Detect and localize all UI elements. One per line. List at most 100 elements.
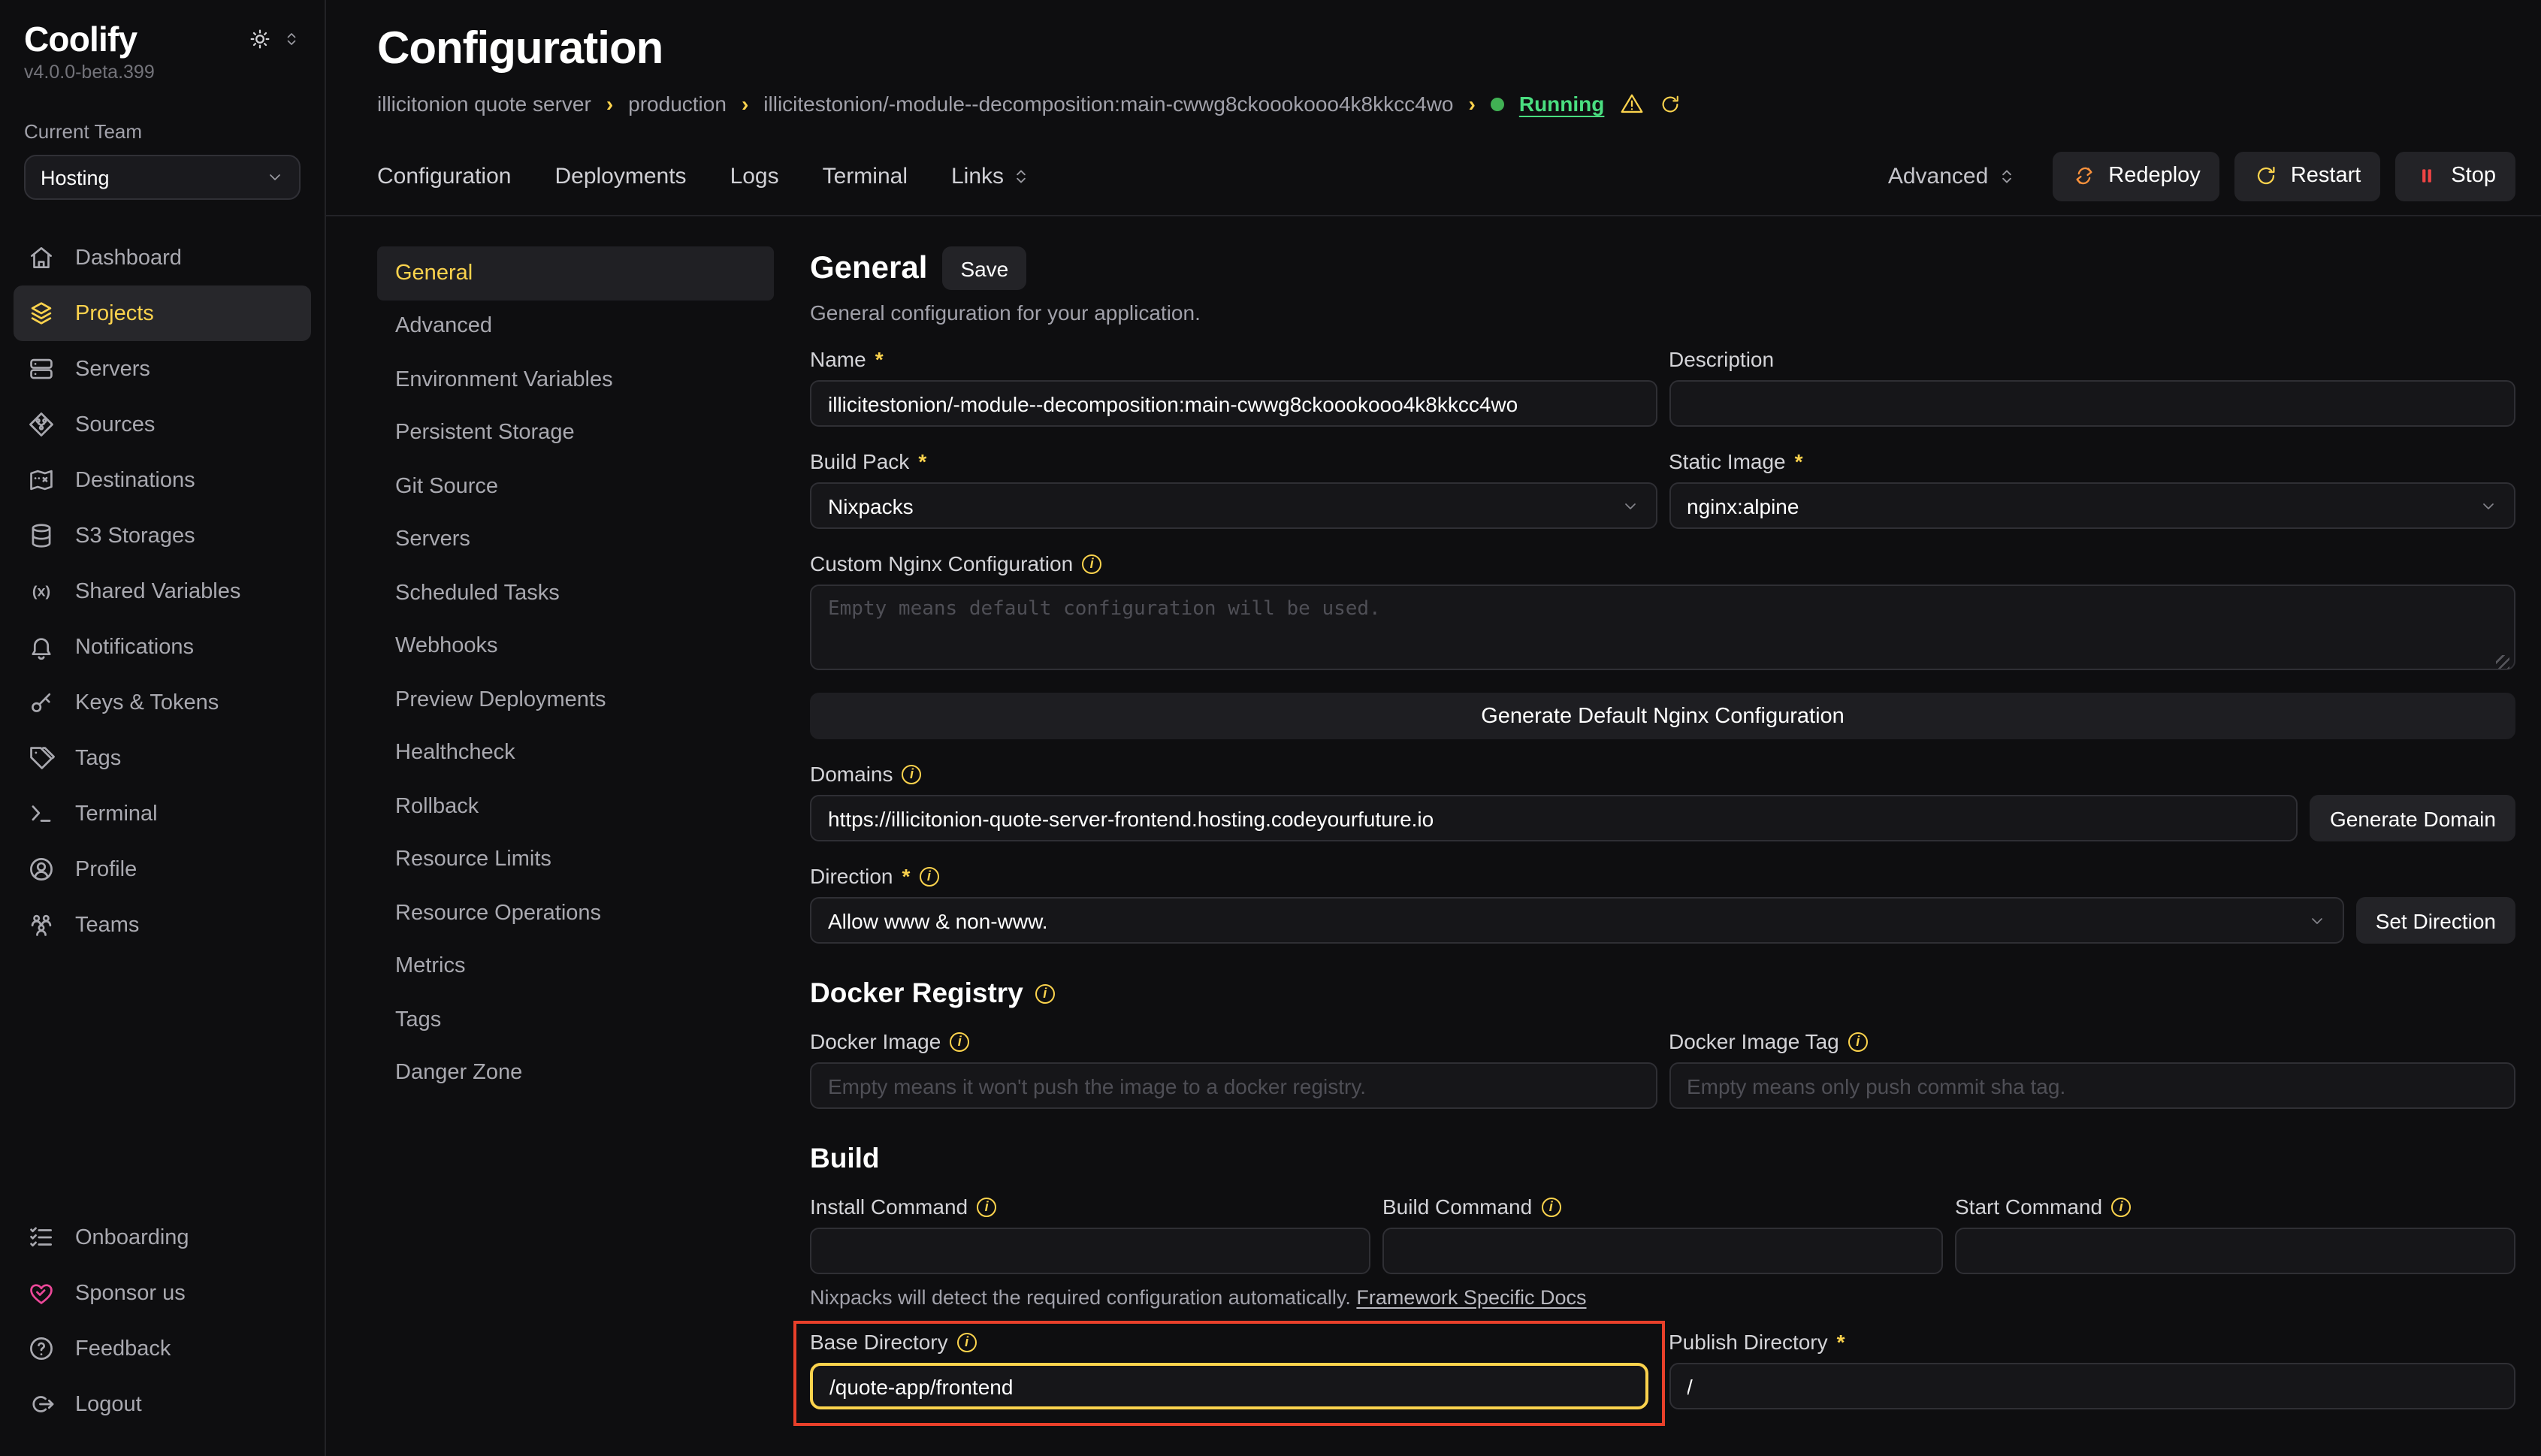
config-nav-preview-deployments[interactable]: Preview Deployments bbox=[377, 673, 774, 726]
sidebar-item-logout[interactable]: Logout bbox=[14, 1376, 311, 1432]
breadcrumb-separator: › bbox=[606, 92, 613, 116]
name-input[interactable] bbox=[810, 380, 1657, 427]
sidebar-item-destinations[interactable]: Destinations bbox=[14, 453, 311, 509]
config-nav-danger-zone[interactable]: Danger Zone bbox=[377, 1047, 774, 1100]
refresh-status-icon[interactable] bbox=[1658, 92, 1681, 115]
info-icon[interactable] bbox=[957, 1332, 977, 1352]
collapse-sidebar-icon[interactable] bbox=[283, 30, 301, 48]
info-icon[interactable] bbox=[1541, 1197, 1561, 1216]
sidebar-item-notifications[interactable]: Notifications bbox=[14, 620, 311, 675]
sidebar-item-feedback[interactable]: Feedback bbox=[14, 1321, 311, 1376]
publish-directory-input[interactable] bbox=[1669, 1363, 2515, 1409]
framework-docs-link[interactable]: Framework Specific Docs bbox=[1356, 1286, 1586, 1309]
sidebar-item-label: Logout bbox=[75, 1392, 142, 1416]
sidebar-item-label: Sponsor us bbox=[75, 1281, 186, 1305]
config-submenu-item-label: Tags bbox=[395, 1008, 441, 1032]
resize-handle[interactable] bbox=[2496, 655, 2509, 669]
config-nav-servers[interactable]: Servers bbox=[377, 513, 774, 566]
help-circle-icon bbox=[27, 1334, 56, 1363]
sidebar-item-keys-tokens[interactable]: Keys & Tokens bbox=[14, 675, 311, 731]
set-direction-button[interactable]: Set Direction bbox=[2356, 897, 2515, 944]
sidebar-item-servers[interactable]: Servers bbox=[14, 342, 311, 397]
config-nav-git-source[interactable]: Git Source bbox=[377, 460, 774, 513]
config-nav-tags[interactable]: Tags bbox=[377, 993, 774, 1047]
config-nav-rollback[interactable]: Rollback bbox=[377, 780, 774, 833]
breadcrumb-application[interactable]: illicitestonion/-module--decomposition:m… bbox=[763, 92, 1453, 116]
start-command-input[interactable] bbox=[1955, 1228, 2515, 1274]
sidebar-item-projects[interactable]: Projects bbox=[14, 286, 311, 342]
info-icon[interactable] bbox=[902, 764, 922, 784]
status-badge[interactable]: Running bbox=[1519, 92, 1605, 116]
docker-image-tag-input[interactable] bbox=[1669, 1062, 2515, 1109]
config-nav-advanced[interactable]: Advanced bbox=[377, 300, 774, 353]
config-nav-environment-variables[interactable]: Environment Variables bbox=[377, 353, 774, 406]
config-nav-general[interactable]: General bbox=[377, 246, 774, 300]
info-icon[interactable] bbox=[919, 866, 938, 886]
save-button[interactable]: Save bbox=[942, 246, 1026, 290]
tab-links[interactable]: Links bbox=[951, 163, 1031, 189]
section-title-docker-registry: Docker Registry bbox=[810, 977, 1023, 1010]
nixpacks-note: Nixpacks will detect the required config… bbox=[810, 1286, 2515, 1309]
config-nav-healthcheck[interactable]: Healthcheck bbox=[377, 726, 774, 780]
custom-nginx-label: Custom Nginx Configuration bbox=[810, 551, 2515, 575]
build-pack-value: Nixpacks bbox=[828, 494, 914, 518]
sidebar-item-terminal[interactable]: Terminal bbox=[14, 787, 311, 842]
config-nav-persistent-storage[interactable]: Persistent Storage bbox=[377, 406, 774, 460]
custom-nginx-textarea[interactable] bbox=[810, 585, 2515, 670]
theme-toggle-icon[interactable] bbox=[248, 27, 272, 51]
docker-image-input[interactable] bbox=[810, 1062, 1657, 1109]
static-image-select[interactable]: nginx:alpine bbox=[1669, 482, 2515, 529]
sidebar-item-shared-variables[interactable]: (x) Shared Variables bbox=[14, 564, 311, 620]
breadcrumb-project[interactable]: illicitonion quote server bbox=[377, 92, 591, 116]
sidebar-item-label: Destinations bbox=[75, 469, 195, 493]
description-input[interactable] bbox=[1669, 380, 2515, 427]
restart-button[interactable]: Restart bbox=[2235, 151, 2381, 201]
config-nav-metrics[interactable]: Metrics bbox=[377, 940, 774, 993]
info-icon[interactable] bbox=[1035, 983, 1055, 1003]
config-nav-resource-limits[interactable]: Resource Limits bbox=[377, 833, 774, 887]
section-description: General configuration for your applicati… bbox=[810, 301, 2515, 325]
tab-terminal[interactable]: Terminal bbox=[823, 163, 908, 189]
current-team-label: Current Team bbox=[24, 121, 301, 143]
sidebar-item-tags[interactable]: Tags bbox=[14, 731, 311, 787]
info-icon[interactable] bbox=[1848, 1032, 1868, 1051]
generate-domain-button[interactable]: Generate Domain bbox=[2310, 795, 2515, 841]
tab-deployments[interactable]: Deployments bbox=[554, 163, 686, 189]
info-icon[interactable] bbox=[1082, 554, 1101, 573]
sidebar-item-dashboard[interactable]: Dashboard bbox=[14, 231, 311, 286]
sidebar-item-profile[interactable]: Profile bbox=[14, 842, 311, 898]
advanced-dropdown[interactable]: Advanced bbox=[1888, 163, 2017, 189]
install-command-label: Install Command bbox=[810, 1195, 1370, 1219]
tab-logs[interactable]: Logs bbox=[730, 163, 779, 189]
generate-nginx-button[interactable]: Generate Default Nginx Configuration bbox=[810, 693, 2515, 739]
base-directory-input[interactable] bbox=[810, 1363, 1648, 1409]
domains-input[interactable] bbox=[810, 795, 2298, 841]
config-nav-resource-operations[interactable]: Resource Operations bbox=[377, 887, 774, 940]
config-nav-scheduled-tasks[interactable]: Scheduled Tasks bbox=[377, 566, 774, 620]
checklist-icon bbox=[27, 1223, 56, 1252]
tab-label: Links bbox=[951, 163, 1004, 189]
sidebar-item-teams[interactable]: Teams bbox=[14, 898, 311, 953]
sidebar-item-onboarding[interactable]: Onboarding bbox=[14, 1210, 311, 1265]
stop-button[interactable]: Stop bbox=[2395, 151, 2515, 201]
config-nav-webhooks[interactable]: Webhooks bbox=[377, 620, 774, 673]
sidebar-nav: Dashboard Projects Servers Sources bbox=[24, 231, 301, 953]
redeploy-button[interactable]: Redeploy bbox=[2053, 151, 2220, 201]
heart-icon bbox=[27, 1279, 56, 1307]
install-command-input[interactable] bbox=[810, 1228, 1370, 1274]
tab-configuration[interactable]: Configuration bbox=[377, 163, 511, 189]
info-icon[interactable] bbox=[2111, 1197, 2131, 1216]
build-pack-select[interactable]: Nixpacks bbox=[810, 482, 1657, 529]
info-icon[interactable] bbox=[977, 1197, 996, 1216]
user-circle-icon bbox=[27, 856, 56, 884]
build-command-input[interactable] bbox=[1382, 1228, 1943, 1274]
breadcrumb-environment[interactable]: production bbox=[628, 92, 727, 116]
sidebar-item-sources[interactable]: Sources bbox=[14, 397, 311, 453]
team-select[interactable]: Hosting bbox=[24, 156, 301, 201]
tag-icon bbox=[27, 745, 56, 773]
direction-select[interactable]: Allow www & non-www. bbox=[810, 897, 2344, 944]
sidebar-item-s3-storages[interactable]: S3 Storages bbox=[14, 509, 311, 564]
warning-icon[interactable] bbox=[1619, 92, 1643, 116]
sidebar-item-sponsor[interactable]: Sponsor us bbox=[14, 1265, 311, 1321]
info-icon[interactable] bbox=[950, 1032, 969, 1051]
